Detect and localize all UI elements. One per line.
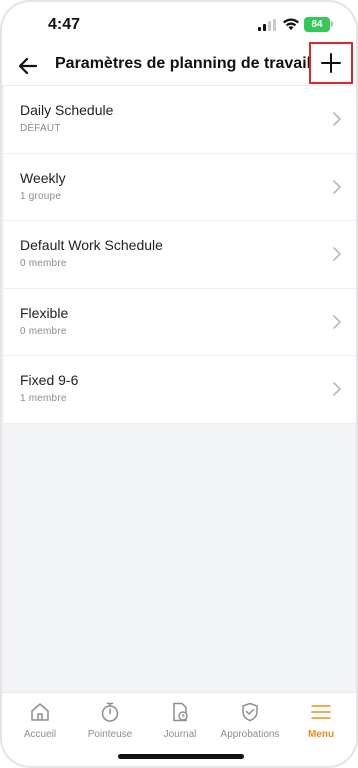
item-title: Default Work Schedule — [20, 237, 163, 253]
tab-label: Accueil — [23, 729, 57, 740]
home-indicator — [118, 754, 244, 759]
back-button[interactable] — [14, 52, 42, 80]
item-title: Flexible — [20, 304, 69, 321]
menu-icon — [311, 705, 331, 719]
home-icon — [31, 703, 49, 721]
add-button[interactable] — [309, 42, 353, 84]
item-subtitle: DÉFAUT — [20, 123, 61, 134]
item-subtitle: 0 membre — [20, 325, 67, 337]
list-item[interactable]: Daily Schedule DÉFAUT — [4, 86, 356, 154]
list-item[interactable]: Default Work Schedule 0 membre — [4, 221, 356, 289]
back-arrow-icon — [18, 57, 38, 75]
wifi-icon — [283, 18, 299, 30]
item-title: Daily Schedule — [20, 102, 114, 118]
schedule-list: Daily Schedule DÉFAUT Weekly 1 groupe De… — [4, 86, 356, 424]
tab-pointeuse[interactable]: Pointeuse — [75, 701, 145, 745]
journal-icon — [173, 702, 188, 722]
tab-label: Journal — [163, 729, 197, 740]
chevron-right-icon — [333, 179, 341, 194]
battery-icon: 84 — [304, 17, 330, 32]
chevron-right-icon — [333, 314, 341, 329]
tab-journal[interactable]: Journal — [145, 701, 215, 745]
chevron-right-icon — [333, 112, 341, 126]
item-subtitle: 1 membre — [20, 393, 67, 404]
tab-label: Approbations — [220, 729, 280, 740]
list-item[interactable]: Weekly 1 groupe — [4, 153, 356, 221]
battery-tip — [331, 21, 333, 27]
item-title: Fixed 9-6 — [20, 372, 79, 388]
phone-screen: 4:47 84 Paramètres de planning de travai… — [0, 0, 358, 768]
stopwatch-icon — [101, 702, 119, 722]
status-bar: 4:47 84 — [2, 2, 356, 46]
tab-label: Menu — [307, 729, 335, 740]
chevron-right-icon — [333, 247, 341, 261]
item-title: Weekly — [20, 169, 66, 186]
plus-icon — [321, 53, 341, 73]
list-item[interactable]: Fixed 9-6 1 membre — [4, 356, 356, 424]
tab-accueil[interactable]: Accueil — [5, 701, 75, 745]
tab-label: Pointeuse — [87, 729, 133, 740]
tab-approbations[interactable]: Approbations — [215, 701, 285, 745]
page-title: Paramètres de planning de travail — [55, 55, 312, 72]
tab-menu[interactable]: Menu — [286, 701, 356, 745]
item-subtitle: 1 groupe — [20, 190, 62, 202]
item-subtitle: 0 membre — [20, 258, 67, 269]
battery-level: 84 — [311, 19, 323, 30]
shield-check-icon — [242, 702, 258, 722]
signal-icon — [258, 19, 276, 31]
chevron-right-icon — [333, 382, 341, 396]
header: Paramètres de planning de travail — [2, 42, 356, 86]
list-item[interactable]: Flexible 0 membre — [4, 288, 356, 356]
status-time: 4:47 — [48, 16, 81, 33]
